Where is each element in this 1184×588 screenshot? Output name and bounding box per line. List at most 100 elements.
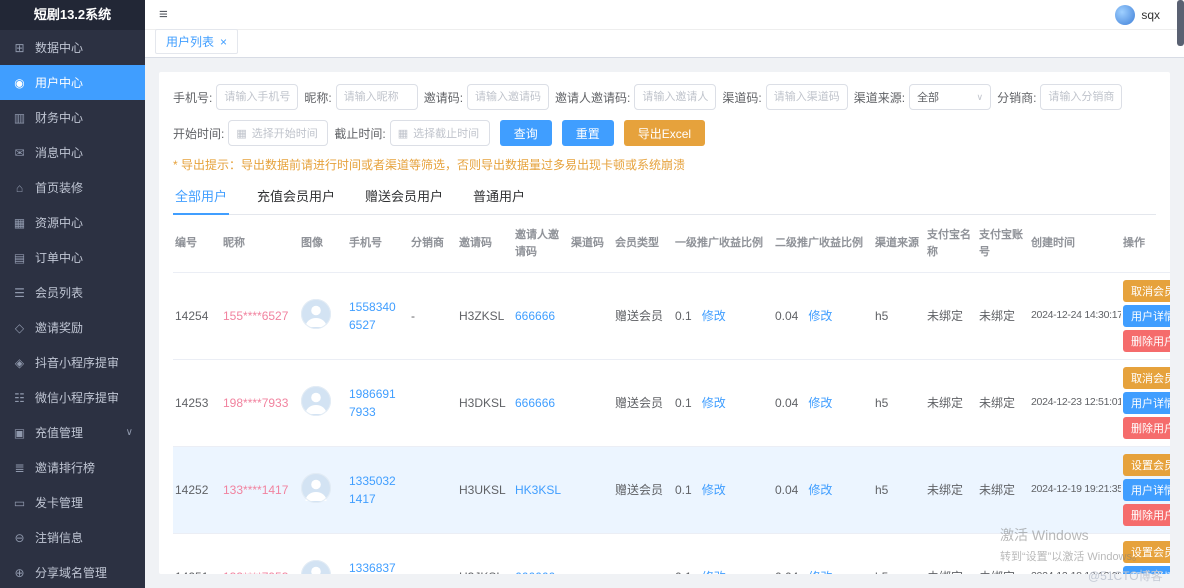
invite-code-input-label: 邀请码: xyxy=(424,89,463,106)
delete-user-button[interactable]: 删除用户 xyxy=(1123,417,1170,439)
app-root: 短剧13.2系统 ⊞数据中心◉用户中心▥财务中心✉消息中心⌂首页装修▦资源中心▤… xyxy=(0,0,1184,588)
sidebar-item-recharge-manage[interactable]: ▣充值管理∨ xyxy=(0,415,145,450)
edit-level1-ratio-link[interactable]: 修改 xyxy=(702,570,726,574)
chevron-down-icon: ∨ xyxy=(126,427,133,438)
sidebar-item-order-center[interactable]: ▤订单中心 xyxy=(0,240,145,275)
cell-channel-source: h5 xyxy=(873,273,925,360)
topbar: ≡ sqx xyxy=(145,0,1184,30)
user-avatar xyxy=(301,560,331,575)
phone-link[interactable]: 19866917933 xyxy=(349,385,399,421)
user-tab-all[interactable]: 全部用户 xyxy=(173,181,229,215)
start-time-picker[interactable]: ▦选择开始时间 xyxy=(228,120,328,146)
user-detail-button[interactable]: 用户详情 xyxy=(1123,392,1170,414)
end-time-picker[interactable]: ▦选择截止时间 xyxy=(390,120,490,146)
cell-avatar xyxy=(299,360,347,447)
user-center-icon: ◉ xyxy=(12,76,27,90)
cell-distributor: - xyxy=(409,273,457,360)
cell-alipay-account: 未绑定 xyxy=(977,534,1029,575)
cell-created-at: 2024-12-23 12:51:01 xyxy=(1029,360,1121,447)
channel-source-select[interactable]: 全部∨ xyxy=(909,84,991,110)
sidebar-item-share-domain[interactable]: ⊕分享域名管理 xyxy=(0,555,145,588)
user-detail-button[interactable]: 用户详情 xyxy=(1123,305,1170,327)
sidebar-item-resource-center[interactable]: ▦资源中心 xyxy=(0,205,145,240)
export-excel-button[interactable]: 导出Excel xyxy=(624,120,705,146)
sidebar-item-member-list[interactable]: ☰会员列表 xyxy=(0,275,145,310)
user-tab-gift-member[interactable]: 赠送会员用户 xyxy=(363,181,445,214)
invite-code-input[interactable] xyxy=(467,84,549,110)
invite-reward-icon: ◇ xyxy=(12,321,27,335)
invite-rank-icon: ≣ xyxy=(12,461,27,475)
cell-inviter-code: 666666 xyxy=(513,360,569,447)
cell-invite-code: H3ZKSL xyxy=(457,273,513,360)
sidebar-item-finance-center[interactable]: ▥财务中心 xyxy=(0,100,145,135)
sidebar-item-logout-info[interactable]: ⊖注销信息 xyxy=(0,520,145,555)
cell-channel-code xyxy=(569,273,613,360)
cell-alipay-account: 未绑定 xyxy=(977,447,1029,534)
sidebar-item-data-center[interactable]: ⊞数据中心 xyxy=(0,30,145,65)
search-button[interactable]: 查询 xyxy=(500,120,552,146)
reset-button[interactable]: 重置 xyxy=(562,120,614,146)
sidebar-item-home-decorate[interactable]: ⌂首页装修 xyxy=(0,170,145,205)
edit-level2-ratio-link[interactable]: 修改 xyxy=(808,309,832,323)
close-icon[interactable]: × xyxy=(220,35,227,49)
user-detail-button[interactable]: 用户详情 xyxy=(1123,566,1170,574)
user-tab-recharge-member[interactable]: 充值会员用户 xyxy=(255,181,337,214)
edit-level1-ratio-link[interactable]: 修改 xyxy=(702,396,726,410)
cell-level2-ratio: 0.04 修改 xyxy=(773,273,873,360)
hamburger-menu-icon[interactable]: ≡ xyxy=(159,6,168,23)
cancel-member-button[interactable]: 取消会员 xyxy=(1123,280,1170,302)
date-placeholder: 选择开始时间 xyxy=(252,125,318,141)
cancel-member-button[interactable]: 取消会员 xyxy=(1123,367,1170,389)
cell-id: 14254 xyxy=(173,273,221,360)
end-time-picker-label: 截止时间: xyxy=(334,125,385,142)
cell-phone: 15583406527 xyxy=(347,273,409,360)
inviter-code-input[interactable] xyxy=(634,84,716,110)
scrollbar[interactable] xyxy=(1177,0,1184,46)
set-member-button[interactable]: 设置会员 xyxy=(1123,541,1170,563)
cell-inviter-code: HK3KSL xyxy=(513,447,569,534)
sidebar-item-label: 微信小程序提审 xyxy=(35,389,119,406)
delete-user-button[interactable]: 删除用户 xyxy=(1123,330,1170,352)
channel-source-select-group: 渠道来源:全部∨ xyxy=(854,84,991,110)
column-header: 图像 xyxy=(299,215,347,273)
edit-level1-ratio-link[interactable]: 修改 xyxy=(702,309,726,323)
user-tab-normal[interactable]: 普通用户 xyxy=(471,181,527,214)
sidebar-item-invite-reward[interactable]: ◇邀请奖励 xyxy=(0,310,145,345)
channel-code-input[interactable] xyxy=(766,84,848,110)
inviter-code-link[interactable]: 666666 xyxy=(515,396,555,410)
sidebar-item-douyin-review[interactable]: ◈抖音小程序提审 xyxy=(0,345,145,380)
sidebar-item-invite-rank[interactable]: ≣邀请排行榜 xyxy=(0,450,145,485)
column-header: 手机号 xyxy=(347,215,409,273)
nickname-input[interactable] xyxy=(336,84,418,110)
inviter-code-link[interactable]: 666666 xyxy=(515,570,555,574)
cell-nickname: 133****1417 xyxy=(221,447,299,534)
sidebar-item-user-center[interactable]: ◉用户中心 xyxy=(0,65,145,100)
set-member-button[interactable]: 设置会员 xyxy=(1123,454,1170,476)
message-center-icon: ✉ xyxy=(12,146,27,160)
app-title: 短剧13.2系统 xyxy=(0,0,145,30)
home-decorate-icon: ⌂ xyxy=(12,181,27,195)
phone-link[interactable]: 13368377953 xyxy=(349,559,399,574)
resource-center-icon: ▦ xyxy=(12,216,27,230)
cell-actions: 取消会员用户详情删除用户 xyxy=(1121,360,1170,447)
edit-level2-ratio-link[interactable]: 修改 xyxy=(808,570,832,574)
inviter-code-link[interactable]: HK3KSL xyxy=(515,483,561,497)
edit-level1-ratio-link[interactable]: 修改 xyxy=(702,483,726,497)
sidebar-item-wechat-review[interactable]: ☷微信小程序提审 xyxy=(0,380,145,415)
delete-user-button[interactable]: 删除用户 xyxy=(1123,504,1170,526)
phone-input[interactable] xyxy=(216,84,298,110)
edit-level2-ratio-link[interactable]: 修改 xyxy=(808,483,832,497)
sidebar-item-card-manage[interactable]: ▭发卡管理 xyxy=(0,485,145,520)
sidebar-item-message-center[interactable]: ✉消息中心 xyxy=(0,135,145,170)
level2-ratio-value: 0.04 xyxy=(775,309,798,323)
phone-link[interactable]: 13350321417 xyxy=(349,472,399,508)
distributor-input[interactable] xyxy=(1040,84,1122,110)
user-detail-button[interactable]: 用户详情 xyxy=(1123,479,1170,501)
cell-id: 14252 xyxy=(173,447,221,534)
edit-level2-ratio-link[interactable]: 修改 xyxy=(808,396,832,410)
phone-link[interactable]: 15583406527 xyxy=(349,298,399,334)
inviter-code-link[interactable]: 666666 xyxy=(515,309,555,323)
tab-user-list[interactable]: 用户列表 × xyxy=(155,29,238,54)
level2-ratio-value: 0.04 xyxy=(775,570,798,574)
user-menu[interactable]: sqx xyxy=(1115,5,1160,25)
